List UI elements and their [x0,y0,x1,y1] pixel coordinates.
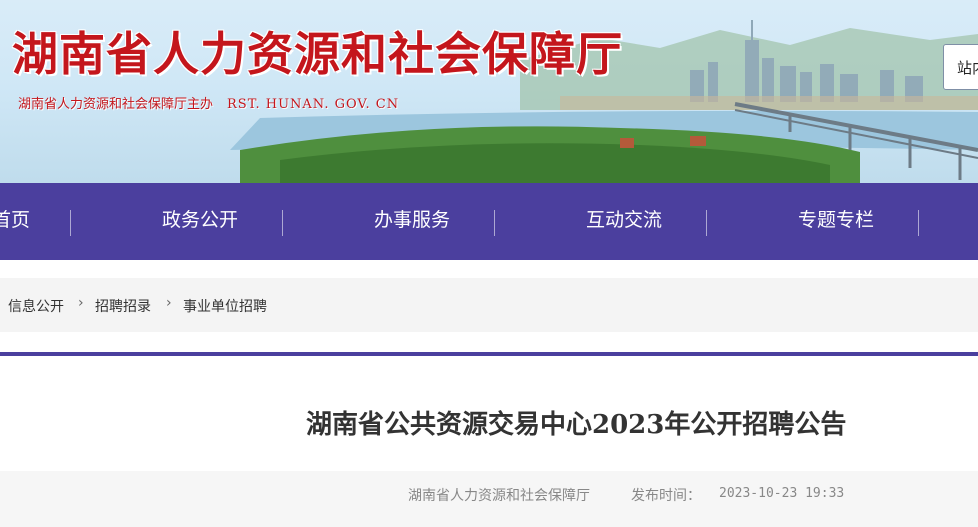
nav-divider [70,210,71,236]
chevron-right-icon: › [78,295,84,311]
chevron-right-icon: › [166,295,172,311]
nav-divider [918,210,919,236]
breadcrumb-item-institution-recruitment[interactable]: 事业单位招聘 [183,296,267,316]
article-source: 湖南省人力资源和社会保障厅 [408,488,590,504]
nav-divider [706,210,707,236]
site-banner: 湖南省人力资源和社会保障厅 湖南省人力资源和社会保障厅主办 RST. HUNAN.… [0,0,978,183]
article-title: 湖南省公共资源交易中心2023年公开招聘公告 [306,410,847,440]
site-title: 湖南省人力资源和社会保障厅 [12,27,623,81]
nav-item-interaction[interactable]: 互动交流 [586,183,662,260]
breadcrumb-item-recruitment[interactable]: 招聘招录 [95,296,151,316]
publish-time-value: 2023-10-23 19:33 [719,486,845,501]
sponsor-text: 湖南省人力资源和社会保障厅主办 [18,97,214,112]
nav-item-services[interactable]: 办事服务 [374,183,450,260]
breadcrumb: 信息公开 › 招聘招录 › 事业单位招聘 [0,278,978,332]
breadcrumb-item-info-disclosure[interactable]: 信息公开 [8,296,64,316]
content-top-divider [0,352,978,356]
site-subtitle: 湖南省人力资源和社会保障厅主办 RST. HUNAN. GOV. CN [18,93,399,112]
nav-item-government-affairs[interactable]: 政务公开 [162,183,238,260]
nav-item-topics[interactable]: 专题专栏 [798,183,874,260]
main-nav: 首页 政务公开 办事服务 互动交流 专题专栏 [0,183,978,260]
nav-divider [494,210,495,236]
publish-time-label: 发布时间： [631,488,701,504]
nav-item-home[interactable]: 首页 [0,183,30,260]
site-search-link[interactable]: 站内 [943,44,978,90]
site-domain: RST. HUNAN. GOV. CN [227,97,400,112]
nav-divider [282,210,283,236]
